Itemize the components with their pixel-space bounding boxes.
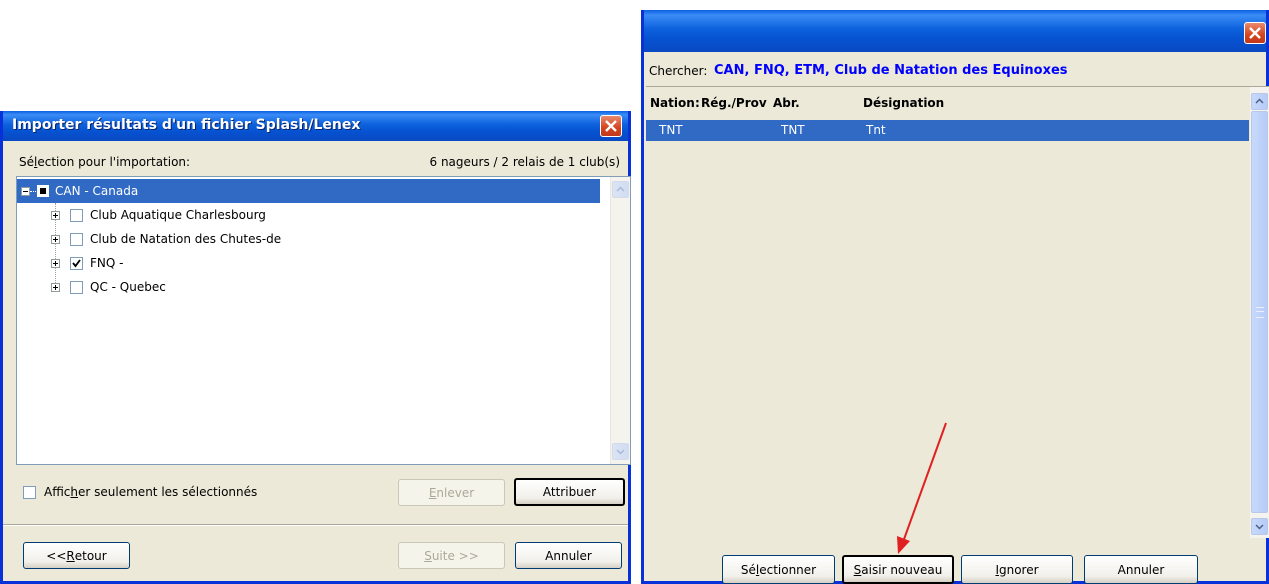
close-icon[interactable] (600, 115, 622, 137)
search-label: Chercher: (649, 64, 708, 78)
show-selected-label: Afficher seulement les sélectionnés (44, 485, 258, 499)
divider (3, 524, 628, 526)
ignorer-button[interactable]: Ignorer (961, 555, 1073, 584)
saisir-nouveau-button[interactable]: Saisir nouveau (842, 555, 954, 584)
expand-icon[interactable] (51, 235, 60, 244)
tree-item-label: Club de Natation des Chutes-de (90, 232, 282, 246)
tree-item-qc[interactable]: QC - Quebec (17, 275, 600, 299)
checkmark-icon (72, 259, 81, 268)
scroll-down-icon[interactable] (1251, 518, 1268, 535)
selection-label: Sélection pour l'importation: (19, 155, 191, 169)
expand-icon[interactable] (51, 211, 60, 220)
expand-icon[interactable] (51, 283, 60, 292)
enlever-button[interactable]: Enlever (398, 479, 505, 506)
list-scrollbar[interactable] (1250, 87, 1269, 538)
selectionner-button[interactable]: Sé l ectionner (722, 555, 835, 584)
retour-button[interactable]: << Retour (23, 542, 130, 569)
column-header-region[interactable]: Rég./Prov (701, 96, 772, 110)
tree-item-label: CAN - Canada (55, 184, 139, 198)
column-header-abr[interactable]: Abr. (773, 96, 800, 110)
tree-item-label: FNQ - (90, 256, 124, 270)
scroll-down-icon[interactable] (612, 443, 629, 460)
tree-item-root[interactable]: CAN - Canada (17, 179, 600, 203)
collapse-icon[interactable] (21, 187, 30, 196)
checkbox[interactable] (70, 281, 83, 294)
table-row[interactable]: TNT TNT Tnt (646, 120, 1249, 141)
close-icon[interactable] (1244, 22, 1266, 44)
tree-scrollbar[interactable] (610, 177, 630, 464)
cell-abr: TNT (781, 123, 805, 137)
tree-item-label: Club Aquatique Charlesbourg (90, 208, 266, 222)
column-header-nation[interactable]: Nation (650, 96, 695, 110)
expand-icon[interactable] (51, 259, 60, 268)
annuler-button-right[interactable]: Annuler (1084, 555, 1198, 584)
show-selected-checkbox[interactable] (23, 486, 36, 499)
tree-line (30, 191, 36, 192)
import-dialog-title: Importer résultats d'un fichier Splash/L… (12, 117, 361, 133)
import-summary: 6 nageurs / 2 relais de 1 club(s) (429, 155, 621, 169)
tree-item-club-natation[interactable]: Club de Natation des Chutes-de (17, 227, 600, 251)
scroll-grip-icon (1256, 307, 1264, 318)
tree-item-fnq[interactable]: FNQ - (17, 251, 600, 275)
club-search-dialog: Chercher: CAN, FNQ, ETM, Club de Natatio… (641, 10, 1269, 584)
cell-designation: Tnt (866, 123, 886, 137)
tree-item-club-aquatique[interactable]: Club Aquatique Charlesbourg (17, 203, 600, 227)
attribuer-button[interactable]: Attribuer (514, 478, 625, 506)
club-search-titlebar[interactable] (644, 10, 1266, 52)
tree-item-label: QC - Quebec (90, 280, 166, 294)
search-value: CAN, FNQ, ETM, Club de Natation des Equi… (714, 63, 1068, 78)
club-tree[interactable]: CAN - Canada Club Aquatique Charlesbourg… (16, 176, 631, 465)
scroll-up-icon[interactable] (612, 181, 629, 198)
scroll-up-icon[interactable] (1251, 93, 1268, 110)
checkbox[interactable] (70, 233, 83, 246)
column-header-separator: : (695, 96, 700, 110)
cell-nation: TNT (659, 123, 683, 137)
column-header-designation[interactable]: Désignation (863, 96, 944, 110)
import-dialog: Importer résultats d'un fichier Splash/L… (0, 111, 631, 584)
club-list[interactable]: Nation : Rég./Prov Abr. Désignation TNT … (646, 86, 1269, 538)
import-dialog-titlebar[interactable]: Importer résultats d'un fichier Splash/L… (3, 111, 628, 141)
checkbox[interactable] (70, 209, 83, 222)
annuler-button[interactable]: Annuler (515, 542, 622, 569)
scroll-thumb[interactable] (1251, 111, 1268, 513)
suite-button[interactable]: Suite >> (398, 542, 505, 569)
partial-check-icon[interactable] (37, 185, 49, 197)
checkbox-checked[interactable] (70, 257, 83, 270)
